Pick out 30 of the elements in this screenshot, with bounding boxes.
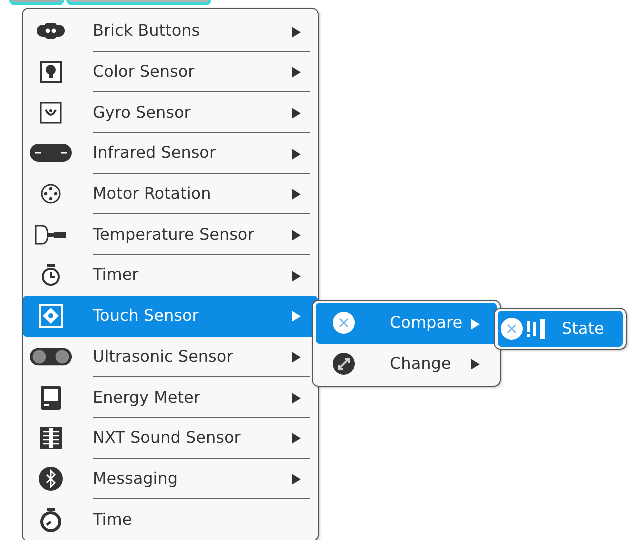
meter-icon [40, 384, 62, 411]
clock-icon [39, 506, 63, 533]
bulb-icon [40, 61, 62, 84]
menu-item[interactable]: Ultrasonic Sensor [23, 336, 318, 378]
buttons-icon [36, 22, 66, 40]
menu-item[interactable]: Temperature Sensor [23, 214, 318, 256]
menu-item[interactable]: NXT Sound Sensor [23, 418, 318, 459]
menu-item[interactable]: Motor Rotation [23, 174, 318, 214]
menu-item[interactable]: Color Sensor [23, 52, 318, 92]
menu-item[interactable]: Brick Buttons [23, 11, 318, 52]
speaker-grille-icon [39, 426, 63, 450]
menu-item[interactable]: Change [316, 344, 497, 384]
change-icon [332, 352, 356, 376]
menu-item[interactable]: Time [23, 499, 318, 540]
probe-icon [34, 224, 68, 246]
menu-item[interactable]: Compare [316, 303, 497, 344]
menu-item[interactable]: Energy Meter [23, 377, 318, 418]
menu-item[interactable]: State [498, 311, 623, 347]
gyro-icon [40, 102, 62, 124]
stopwatch-icon [40, 263, 62, 288]
menu-item[interactable]: Messaging [23, 458, 318, 500]
sensor-eyes-icon [29, 142, 73, 164]
menu-item[interactable]: Infrared Sensor [23, 133, 318, 174]
crosshair-icon [40, 183, 62, 206]
touch-icon [39, 304, 63, 328]
menu-item[interactable]: Timer [23, 255, 318, 296]
binoculars-icon [29, 346, 73, 368]
bluetooth-icon [38, 466, 64, 492]
menu-item[interactable]: Touch Sensor [23, 296, 318, 336]
menu-item[interactable]: Gyro Sensor [23, 92, 318, 134]
